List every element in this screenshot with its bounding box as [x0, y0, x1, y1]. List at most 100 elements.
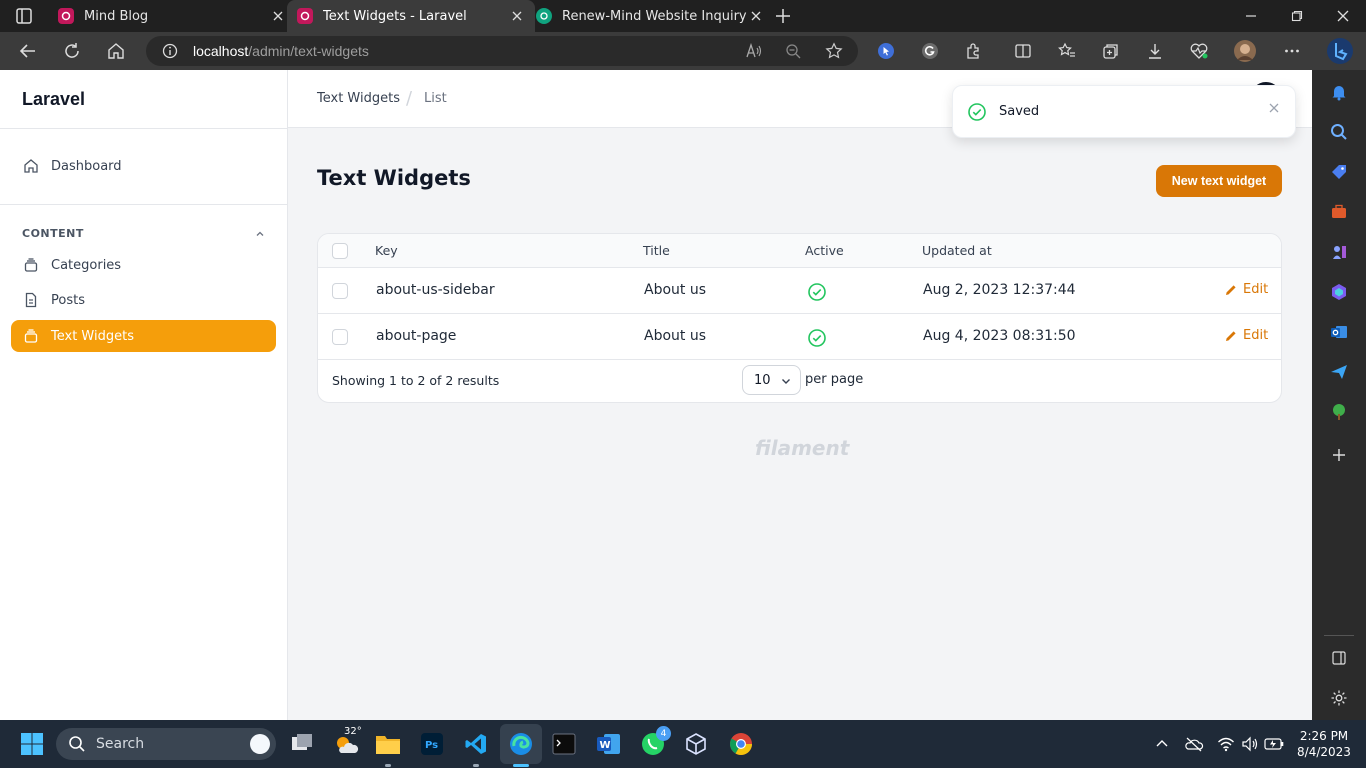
close-tab-icon[interactable] — [509, 8, 525, 24]
page-content: Laravel Dashboard CONTENT Categories Pos… — [0, 70, 1312, 720]
read-aloud-icon[interactable] — [744, 41, 764, 61]
new-text-widget-button[interactable]: New text widget — [1156, 165, 1282, 197]
collections-icon[interactable] — [1099, 39, 1123, 63]
chrome-icon[interactable] — [727, 730, 755, 758]
cell-updated-at: Aug 4, 2023 08:31:50 — [923, 328, 1076, 344]
tab-actions-icon[interactable] — [12, 6, 36, 26]
home-icon[interactable] — [104, 39, 128, 63]
browser-tab-bar: Mind Blog Text Widgets - Laravel Renew-M… — [0, 0, 1366, 32]
bing-copilot-icon[interactable] — [1326, 37, 1354, 65]
windows-start-icon[interactable] — [20, 732, 44, 756]
more-menu-icon[interactable] — [1280, 39, 1304, 63]
sidebar-item-dashboard[interactable]: Dashboard — [11, 150, 276, 182]
onedrive-off-icon[interactable] — [1184, 734, 1204, 754]
tools-briefcase-icon[interactable] — [1327, 200, 1351, 224]
clock-date: 8/4/2023 — [1297, 745, 1351, 759]
sidebar-item-text-widgets[interactable]: Text Widgets — [11, 320, 276, 352]
chevron-down-icon — [779, 374, 793, 388]
address-bar[interactable]: localhost/admin/text-widgets — [146, 36, 858, 66]
tab-text-widgets[interactable]: Text Widgets - Laravel — [287, 0, 535, 32]
breadcrumb-text-widgets[interactable]: Text Widgets — [317, 91, 400, 106]
browser-toolbar: localhost/admin/text-widgets — [0, 32, 1366, 70]
shopping-tag-icon[interactable] — [1327, 160, 1351, 184]
table-row[interactable]: about-page About us Aug 4, 2023 08:31:50… — [318, 314, 1281, 360]
site-info-icon[interactable] — [160, 41, 180, 61]
select-all-checkbox[interactable] — [332, 243, 348, 259]
restore-icon[interactable] — [1274, 0, 1320, 32]
table-row[interactable]: about-us-sidebar About us Aug 2, 2023 12… — [318, 268, 1281, 314]
minimize-icon[interactable] — [1228, 0, 1274, 32]
vscode-icon[interactable] — [462, 730, 490, 758]
check-circle-icon — [807, 328, 827, 348]
column-header-title[interactable]: Title — [643, 243, 670, 258]
new-tab-icon[interactable] — [772, 5, 794, 27]
copilot-icon[interactable] — [1327, 280, 1351, 304]
check-circle-icon — [967, 102, 987, 122]
pencil-icon — [1224, 283, 1238, 297]
photoshop-icon[interactable]: Ps — [418, 730, 446, 758]
svg-text:W: W — [600, 740, 611, 751]
profile-avatar-icon[interactable] — [1233, 39, 1257, 63]
battery-icon[interactable] — [1264, 734, 1284, 754]
page-title: Text Widgets — [317, 166, 471, 190]
edit-button[interactable]: Edit — [1224, 282, 1268, 297]
edit-label: Edit — [1243, 328, 1269, 343]
tree-icon[interactable] — [1327, 400, 1351, 424]
bing-icon — [250, 734, 270, 754]
brand-logo[interactable]: Laravel — [22, 89, 85, 110]
row-checkbox[interactable] — [332, 283, 348, 299]
zoom-out-icon[interactable] — [783, 41, 803, 61]
close-tab-icon[interactable] — [748, 8, 764, 24]
document-icon — [22, 291, 40, 309]
edit-button[interactable]: Edit — [1224, 328, 1268, 343]
send-paper-plane-icon[interactable] — [1327, 360, 1351, 384]
chevron-up-icon[interactable] — [1152, 734, 1172, 754]
notifications-bell-icon[interactable] — [1327, 80, 1351, 104]
close-notification-icon[interactable] — [1267, 101, 1281, 115]
column-header-active[interactable]: Active — [805, 243, 844, 258]
filament-footer-logo: filament — [755, 436, 850, 460]
extension-cursor-icon[interactable] — [874, 39, 898, 63]
saved-notification: Saved — [952, 85, 1296, 138]
settings-gear-icon[interactable] — [1327, 686, 1351, 710]
taskbar-search[interactable]: Search — [56, 728, 276, 760]
favorite-star-icon[interactable] — [824, 41, 844, 61]
virtualbox-icon[interactable] — [682, 730, 710, 758]
word-icon[interactable]: W — [595, 730, 623, 758]
close-tab-icon[interactable] — [270, 8, 286, 24]
wifi-icon[interactable] — [1216, 734, 1236, 754]
column-header-key[interactable]: Key — [375, 243, 398, 258]
hide-sidebar-icon[interactable] — [1327, 646, 1351, 670]
system-clock[interactable]: 2:26 PM 8/4/2023 — [1290, 728, 1358, 760]
outlook-icon[interactable] — [1327, 320, 1351, 344]
sidebar-item-categories[interactable]: Categories — [11, 249, 276, 281]
refresh-icon[interactable] — [60, 39, 84, 63]
chevron-up-icon[interactable] — [252, 226, 268, 242]
file-explorer-icon[interactable] — [374, 730, 402, 758]
column-header-updated-at[interactable]: Updated at — [922, 243, 992, 258]
notification-badge: 4 — [656, 726, 671, 741]
downloads-icon[interactable] — [1143, 39, 1167, 63]
cell-key: about-us-sidebar — [376, 282, 495, 298]
task-view-icon[interactable] — [288, 730, 316, 758]
grammarly-icon[interactable] — [918, 39, 942, 63]
tab-mind-blog[interactable]: Mind Blog — [48, 0, 296, 32]
terminal-icon[interactable] — [550, 730, 578, 758]
games-chess-icon[interactable] — [1327, 240, 1351, 264]
split-screen-icon[interactable] — [1011, 39, 1035, 63]
extensions-puzzle-icon[interactable] — [962, 39, 986, 63]
performance-icon[interactable] — [1187, 39, 1211, 63]
close-window-icon[interactable] — [1320, 0, 1366, 32]
edge-browser-icon[interactable] — [507, 730, 535, 758]
windows-taskbar: Search 32° Ps W 4 2:26 PM 8/4/2023 — [0, 720, 1366, 768]
nav-group-label: CONTENT — [22, 227, 84, 240]
search-icon[interactable] — [1327, 120, 1351, 144]
volume-icon[interactable] — [1240, 734, 1260, 754]
per-page-select[interactable]: 10 — [742, 365, 801, 395]
back-icon[interactable] — [16, 39, 40, 63]
sidebar-item-posts[interactable]: Posts — [11, 284, 276, 316]
favorites-icon[interactable] — [1055, 39, 1079, 63]
row-checkbox[interactable] — [332, 329, 348, 345]
tab-renew-mind[interactable]: Renew-Mind Website Inquiry — [526, 0, 774, 32]
add-sidebar-app-icon[interactable] — [1327, 443, 1351, 467]
